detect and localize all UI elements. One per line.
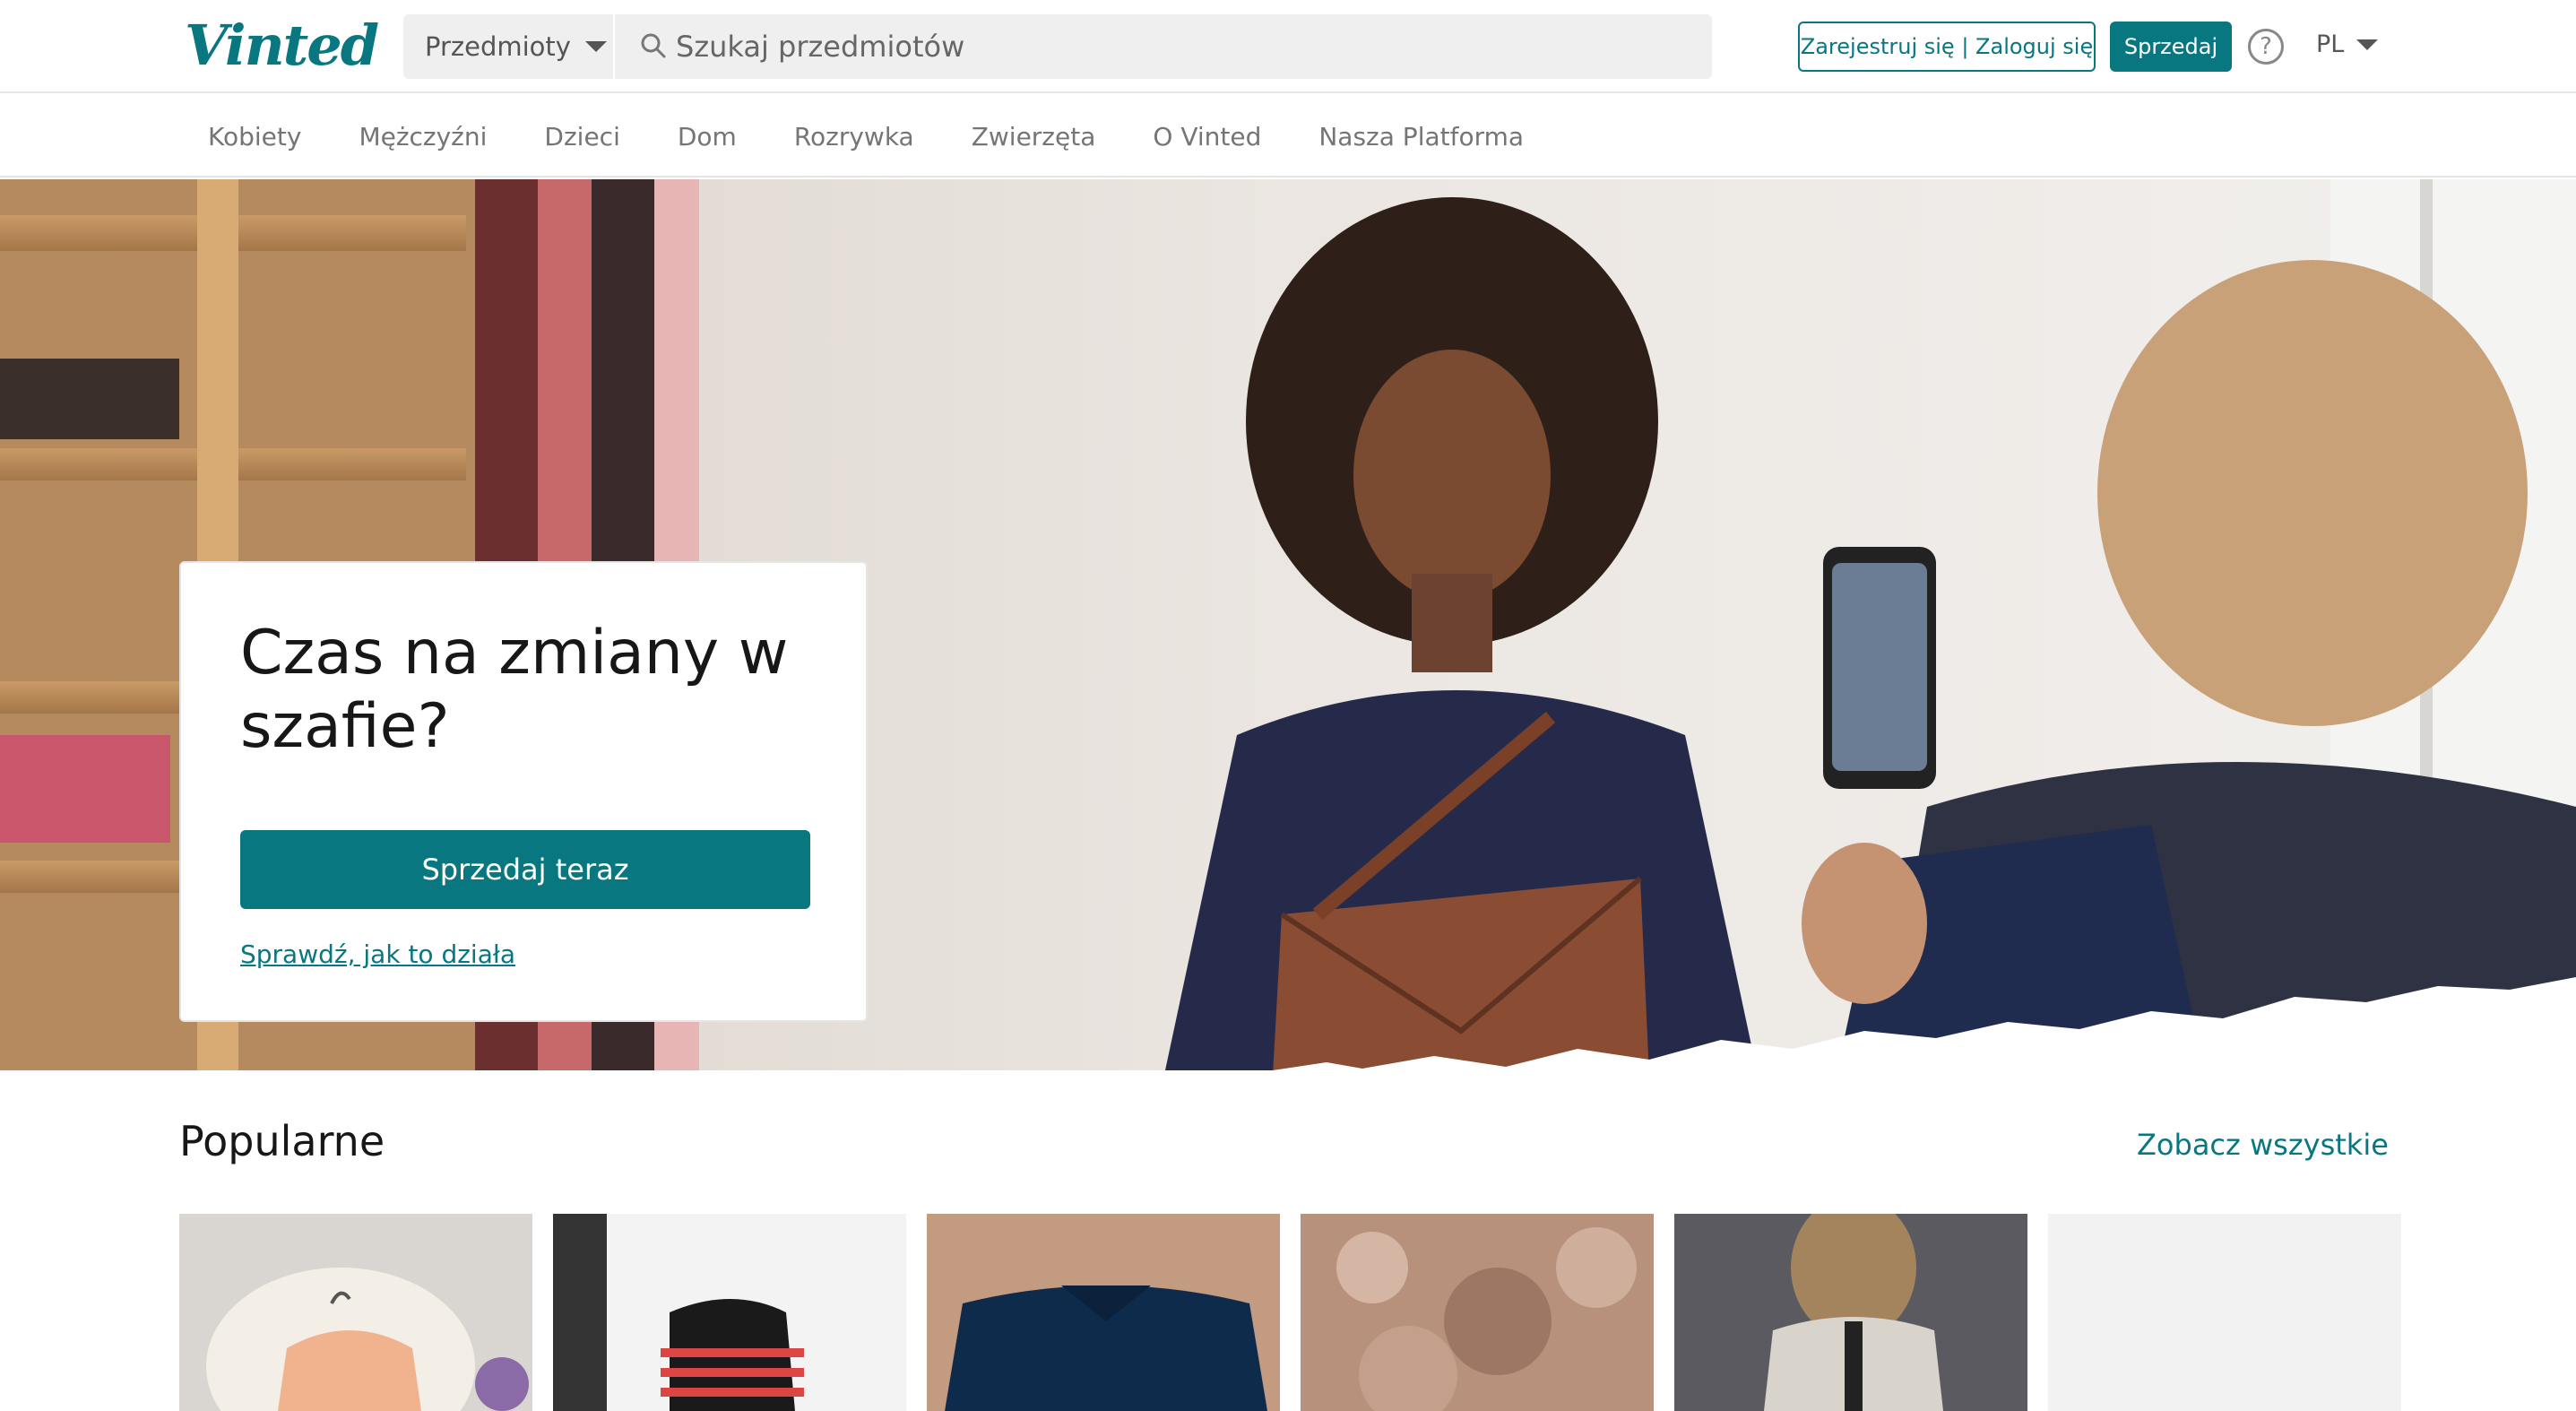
product-card[interactable] (179, 1214, 532, 1411)
product-image (927, 1214, 1280, 1411)
hero-card: Czas na zmiany w szafie? Sprzedaj teraz … (179, 561, 868, 1022)
nav-item-zwierzeta[interactable]: Zwierzęta (972, 122, 1096, 151)
chevron-down-icon (584, 41, 607, 52)
language-selector[interactable]: PL (2316, 30, 2379, 58)
language-label: PL (2316, 30, 2345, 58)
nav-item-nasza-platforma[interactable]: Nasza Platforma (1318, 122, 1524, 151)
product-card[interactable] (553, 1214, 906, 1411)
product-image (553, 1214, 906, 1411)
product-card-placeholder (2048, 1214, 2401, 1411)
top-header: Vinted Przedmioty Zarejestruj się | Zalo… (0, 0, 2576, 93)
product-card[interactable] (1301, 1214, 1654, 1411)
register-login-button[interactable]: Zarejestruj się | Zaloguj się (1798, 22, 2096, 72)
sell-now-button[interactable]: Sprzedaj teraz (240, 830, 810, 909)
search-icon (641, 33, 666, 58)
search-category-label: Przedmioty (425, 31, 571, 62)
product-card[interactable] (1674, 1214, 2027, 1411)
chevron-down-icon (2356, 39, 2379, 50)
product-image (179, 1214, 532, 1411)
nav-item-dzieci[interactable]: Dzieci (544, 122, 619, 151)
product-image (1674, 1214, 2027, 1411)
help-icon[interactable]: ? (2248, 29, 2284, 65)
hero-title: Czas na zmiany w szafie? (240, 618, 789, 762)
product-card[interactable] (927, 1214, 1280, 1411)
popular-section-title: Popularne (179, 1117, 385, 1165)
vinted-logo[interactable]: Vinted (185, 13, 379, 78)
nav-item-rozrywka[interactable]: Rozrywka (794, 122, 914, 151)
search-input[interactable] (676, 14, 1680, 79)
nav-item-o-vinted[interactable]: O Vinted (1153, 122, 1261, 151)
how-it-works-link[interactable]: Sprawdź, jak to działa (240, 939, 515, 969)
nav-item-kobiety[interactable]: Kobiety (208, 122, 301, 151)
search-category-dropdown[interactable]: Przedmioty (403, 14, 615, 79)
product-grid (179, 1214, 2402, 1411)
search-bar: Przedmioty (403, 14, 1712, 79)
nav-item-mezczyzni[interactable]: Mężczyźni (359, 122, 487, 151)
sell-button[interactable]: Sprzedaj (2110, 22, 2232, 72)
hero-banner: Czas na zmiany w szafie? Sprzedaj teraz … (0, 179, 2576, 1070)
category-nav: Kobiety Mężczyźni Dzieci Dom Rozrywka Zw… (0, 95, 2576, 177)
see-all-link[interactable]: Zobacz wszystkie (2137, 1128, 2389, 1162)
nav-item-dom[interactable]: Dom (678, 122, 737, 151)
product-image (1301, 1214, 1654, 1411)
